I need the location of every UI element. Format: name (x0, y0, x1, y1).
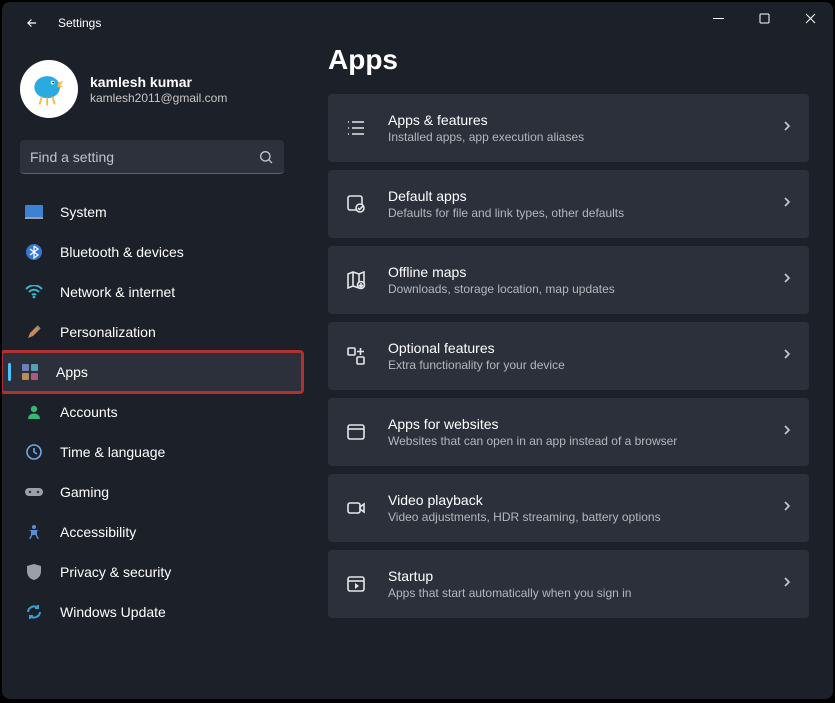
chevron-right-icon (781, 347, 793, 365)
sidebar-item-privacy[interactable]: Privacy & security (6, 552, 298, 592)
bluetooth-icon (24, 242, 44, 262)
card-subtitle: Installed apps, app execution aliases (388, 130, 781, 144)
chevron-right-icon (781, 423, 793, 441)
close-button[interactable] (787, 2, 833, 34)
card-startup[interactable]: Startup Apps that start automatically whe… (328, 550, 809, 618)
sidebar-item-label: Privacy & security (60, 564, 171, 580)
person-icon (24, 402, 44, 422)
wifi-icon (24, 282, 44, 302)
sidebar-item-accounts[interactable]: Accounts (6, 392, 298, 432)
window-title: Settings (58, 16, 101, 30)
sidebar-item-label: Bluetooth & devices (60, 244, 184, 260)
profile-name: kamlesh kumar (90, 74, 227, 90)
sidebar-item-label: Network & internet (60, 284, 175, 300)
sidebar-item-apps[interactable]: Apps (2, 352, 302, 392)
card-subtitle: Websites that can open in an app instead… (388, 434, 781, 448)
add-feature-icon (344, 344, 368, 368)
sidebar-item-label: Time & language (60, 444, 165, 460)
chevron-right-icon (781, 575, 793, 593)
sidebar-item-bluetooth[interactable]: Bluetooth & devices (6, 232, 298, 272)
card-subtitle: Apps that start automatically when you s… (388, 586, 781, 600)
map-icon (344, 268, 368, 292)
chevron-right-icon (781, 119, 793, 137)
apps-icon (20, 362, 40, 382)
search-input[interactable] (30, 149, 258, 165)
search-box[interactable] (20, 140, 284, 174)
chevron-right-icon (781, 271, 793, 289)
default-apps-icon (344, 192, 368, 216)
search-icon (258, 149, 274, 165)
sidebar-item-label: System (60, 204, 107, 220)
card-title: Default apps (388, 188, 781, 204)
card-title: Offline maps (388, 264, 781, 280)
sidebar-item-system[interactable]: System (6, 192, 298, 232)
card-video-playback[interactable]: Video playback Video adjustments, HDR str… (328, 474, 809, 542)
video-icon (344, 496, 368, 520)
sidebar-item-network[interactable]: Network & internet (6, 272, 298, 312)
card-subtitle: Downloads, storage location, map updates (388, 282, 781, 296)
page-title: Apps (328, 44, 809, 76)
maximize-button[interactable] (741, 2, 787, 34)
gaming-icon (24, 482, 44, 502)
sidebar-item-gaming[interactable]: Gaming (6, 472, 298, 512)
app-window-icon (344, 420, 368, 444)
profile-email: kamlesh2011@gmail.com (90, 91, 227, 105)
card-subtitle: Video adjustments, HDR streaming, batter… (388, 510, 781, 524)
card-subtitle: Defaults for file and link types, other … (388, 206, 781, 220)
card-title: Apps for websites (388, 416, 781, 432)
card-apps-websites[interactable]: Apps for websites Websites that can open … (328, 398, 809, 466)
sidebar-item-label: Gaming (60, 484, 109, 500)
sidebar-item-label: Accessibility (60, 524, 136, 540)
sidebar-item-label: Windows Update (60, 604, 166, 620)
chevron-right-icon (781, 499, 793, 517)
sidebar-item-accessibility[interactable]: Accessibility (6, 512, 298, 552)
sidebar-item-time-language[interactable]: Time & language (6, 432, 298, 472)
sidebar-item-label: Personalization (60, 324, 156, 340)
card-title: Startup (388, 568, 781, 584)
update-icon (24, 602, 44, 622)
startup-icon (344, 572, 368, 596)
sidebar-item-personalization[interactable]: Personalization (6, 312, 298, 352)
system-icon (24, 202, 44, 222)
accessibility-icon (24, 522, 44, 542)
chevron-right-icon (781, 195, 793, 213)
sidebar-item-label: Accounts (60, 404, 118, 420)
card-default-apps[interactable]: Default apps Defaults for file and link t… (328, 170, 809, 238)
card-offline-maps[interactable]: Offline maps Downloads, storage location,… (328, 246, 809, 314)
avatar (20, 60, 78, 118)
sidebar-item-windows-update[interactable]: Windows Update (6, 592, 298, 632)
shield-icon (24, 562, 44, 582)
clock-icon (24, 442, 44, 462)
card-optional-features[interactable]: Optional features Extra functionality for… (328, 322, 809, 390)
sidebar-item-label: Apps (56, 364, 88, 380)
card-subtitle: Extra functionality for your device (388, 358, 781, 372)
card-title: Optional features (388, 340, 781, 356)
minimize-button[interactable] (695, 2, 741, 34)
card-title: Apps & features (388, 112, 781, 128)
card-apps-features[interactable]: Apps & features Installed apps, app execu… (328, 94, 809, 162)
back-button[interactable] (14, 5, 50, 41)
profile-section[interactable]: kamlesh kumar kamlesh2011@gmail.com (2, 56, 302, 132)
paintbrush-icon (24, 322, 44, 342)
list-icon (344, 116, 368, 140)
card-title: Video playback (388, 492, 781, 508)
